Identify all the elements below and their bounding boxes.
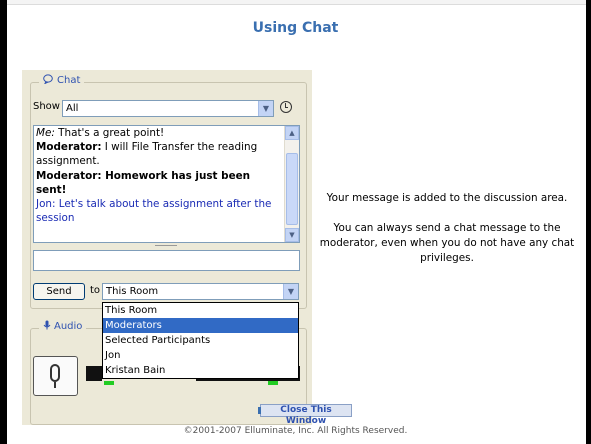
clock-icon[interactable] [280,101,292,113]
to-label: to [90,285,101,296]
audio-legend-label: Audio [54,321,83,332]
show-label: Show [33,101,60,112]
transcript-scrollbar[interactable]: ▲ ▼ [284,126,299,242]
frame-border-left [0,0,7,444]
recipient-option[interactable]: Selected Participants [103,333,298,348]
chat-transcript[interactable]: Me: That's a great point! Moderator: I w… [33,125,300,243]
message-text: Moderator: Homework has just been sent! [36,169,251,196]
recipient-option[interactable]: This Room [103,303,298,318]
audio-level-indicator [268,381,278,385]
close-window-button[interactable]: Close This Window [258,404,352,426]
recipient-value: This Room [106,286,159,297]
chat-message-input[interactable] [33,250,300,271]
show-filter-select[interactable]: All ▼ [62,100,274,117]
message-moderator-bold: Moderator: Homework has just been sent! [36,169,284,197]
message-speaker: Moderator: [36,141,102,154]
window-frame: Using Chat Chat Audio Show All ▼ Me: Tha… [0,0,591,444]
info-text-moderator: You can always send a chat message to th… [319,222,575,264]
chevron-down-icon[interactable]: ▼ [258,101,273,116]
audio-icon [43,320,51,333]
recipient-dropdown-list[interactable]: This Room Moderators Selected Participan… [102,302,299,379]
top-strip [7,0,586,5]
message-text: Jon: Let's talk about the assignment aft… [36,198,272,225]
message-speaker: Me: [36,127,55,139]
page-title: Using Chat [252,20,339,36]
transcript-messages: Me: That's a great point! Moderator: I w… [36,126,284,225]
message-moderator: Moderator: I will File Transfer the read… [36,140,284,168]
send-button[interactable]: Send [33,283,85,300]
chat-legend-label: Chat [57,75,81,86]
microphone-stand [54,382,56,388]
scroll-up-icon[interactable]: ▲ [285,126,299,140]
show-filter-value: All [66,103,79,114]
chevron-down-icon[interactable]: ▼ [283,284,298,299]
recipient-option[interactable]: Jon [103,348,298,363]
info-text-message-added: Your message is added to the discussion … [326,192,568,204]
message-jon: Jon: Let's talk about the assignment aft… [36,197,284,225]
scroll-thumb[interactable] [286,153,298,225]
message-text: That's a great point! [54,127,165,139]
audio-legend: Audio [39,320,87,333]
recipient-option-selected[interactable]: Moderators [103,318,298,333]
audio-level-indicator [104,381,114,385]
recipient-option[interactable]: Kristan Bain [103,363,298,378]
recipient-select[interactable]: This Room ▼ [102,283,299,300]
microphone-icon [50,364,60,382]
copyright-text: ©2001-2007 Elluminate, Inc. All Rights R… [183,426,408,436]
chat-legend: Chat [39,74,85,87]
microphone-button[interactable] [33,356,78,396]
frame-border-right [586,0,591,444]
chat-bubble-icon [43,74,54,87]
message-me: Me: That's a great point! [36,126,284,140]
transcript-splitter[interactable] [33,243,300,249]
scroll-down-icon[interactable]: ▼ [285,228,299,242]
audio-meter-left [86,366,102,381]
